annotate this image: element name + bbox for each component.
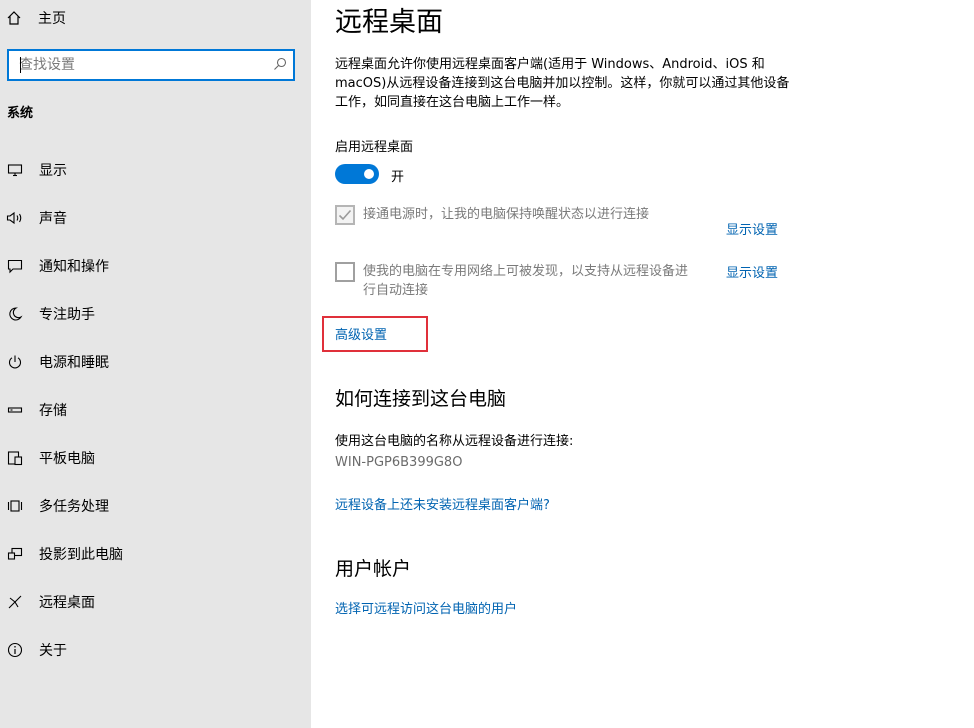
project-icon bbox=[6, 545, 24, 563]
sidebar-item-power-sleep[interactable]: 电源和睡眠 bbox=[0, 342, 311, 382]
connect-text: 使用这台电脑的名称从远程设备进行连接: bbox=[335, 434, 574, 449]
text-caret bbox=[20, 57, 21, 73]
main-content: 远程桌面 远程桌面允许你使用远程桌面客户端(适用于 Windows、Androi… bbox=[311, 0, 974, 728]
sidebar-item-label: 专注助手 bbox=[39, 307, 95, 323]
moon-icon bbox=[6, 305, 24, 323]
page-title: 远程桌面 bbox=[335, 7, 443, 38]
home-label: 主页 bbox=[38, 11, 66, 27]
sidebar-item-label: 多任务处理 bbox=[39, 499, 109, 515]
section-title-system: 系统 bbox=[7, 106, 34, 121]
sidebar-item-remote-desktop[interactable]: 远程桌面 bbox=[0, 582, 311, 622]
sidebar-item-label: 显示 bbox=[39, 163, 67, 179]
sidebar-item-display[interactable]: 显示 bbox=[0, 150, 311, 190]
sidebar-item-label: 通知和操作 bbox=[39, 259, 109, 275]
speaker-icon bbox=[6, 209, 24, 227]
home-icon bbox=[7, 11, 21, 25]
power-icon bbox=[6, 353, 24, 371]
info-icon bbox=[6, 641, 24, 659]
multitask-icon bbox=[6, 497, 24, 515]
keep-awake-checkbox[interactable] bbox=[335, 205, 355, 225]
sidebar-item-multitasking[interactable]: 多任务处理 bbox=[0, 486, 311, 526]
sidebar-item-label: 远程桌面 bbox=[39, 595, 95, 611]
storage-icon bbox=[6, 401, 24, 419]
sidebar: 主页 系统 显示 声音 通知和操作 专注助手 bbox=[0, 0, 311, 728]
discoverable-label-line1: 使我的电脑在专用网络上可被发现，以支持从远程设备进 bbox=[363, 264, 689, 279]
sidebar-item-label: 关于 bbox=[39, 643, 67, 659]
sidebar-item-label: 声音 bbox=[39, 211, 67, 227]
monitor-icon bbox=[6, 161, 24, 179]
toggle-knob bbox=[364, 169, 374, 179]
remote-desktop-toggle[interactable] bbox=[335, 164, 379, 184]
sidebar-item-notifications[interactable]: 通知和操作 bbox=[0, 246, 311, 286]
client-not-installed-link[interactable]: 远程设备上还未安装远程桌面客户端? bbox=[335, 494, 550, 513]
toggle-state-label: 开 bbox=[391, 170, 405, 185]
sidebar-item-label: 电源和睡眠 bbox=[39, 355, 109, 371]
search-box[interactable] bbox=[7, 49, 295, 81]
sidebar-item-tablet[interactable]: 平板电脑 bbox=[0, 438, 311, 478]
notification-icon bbox=[6, 257, 24, 275]
show-settings-link-1[interactable]: 显示设置 bbox=[726, 219, 778, 238]
search-icon[interactable] bbox=[273, 57, 287, 71]
home-nav-item[interactable]: 主页 bbox=[6, 6, 66, 30]
discoverable-checkbox[interactable] bbox=[335, 262, 355, 282]
discoverable-label-line2: 行自动连接 bbox=[363, 283, 429, 298]
select-users-link[interactable]: 选择可远程访问这台电脑的用户 bbox=[335, 598, 517, 617]
sidebar-item-label: 投影到此电脑 bbox=[39, 547, 123, 563]
search-input[interactable] bbox=[9, 51, 259, 79]
page-description: 远程桌面允许你使用远程桌面客户端(适用于 Windows、Android、iOS… bbox=[335, 57, 790, 110]
enable-remote-desktop-label: 启用远程桌面 bbox=[335, 140, 414, 155]
discoverable-label: 使我的电脑在专用网络上可被发现，以支持从远程设备进 行自动连接 bbox=[363, 262, 723, 300]
show-settings-link-2[interactable]: 显示设置 bbox=[726, 262, 778, 281]
advanced-settings-link[interactable]: 高级设置 bbox=[335, 324, 387, 343]
connect-heading: 如何连接到这台电脑 bbox=[335, 388, 507, 410]
pc-name: WIN-PGP6B399G8O bbox=[335, 455, 463, 470]
sidebar-item-sound[interactable]: 声音 bbox=[0, 198, 311, 238]
sidebar-item-label: 存储 bbox=[39, 403, 67, 419]
sidebar-item-project-to-pc[interactable]: 投影到此电脑 bbox=[0, 534, 311, 574]
sidebar-item-label: 平板电脑 bbox=[39, 451, 95, 467]
keep-awake-label: 接通电源时，让我的电脑保持唤醒状态以进行连接 bbox=[363, 207, 650, 222]
tablet-icon bbox=[6, 449, 24, 467]
user-accounts-heading: 用户帐户 bbox=[335, 558, 412, 580]
sidebar-item-focus-assist[interactable]: 专注助手 bbox=[0, 294, 311, 334]
remote-desktop-icon bbox=[6, 593, 24, 611]
sidebar-item-about[interactable]: 关于 bbox=[0, 630, 311, 670]
sidebar-item-storage[interactable]: 存储 bbox=[0, 390, 311, 430]
checkmark-icon bbox=[338, 209, 352, 221]
